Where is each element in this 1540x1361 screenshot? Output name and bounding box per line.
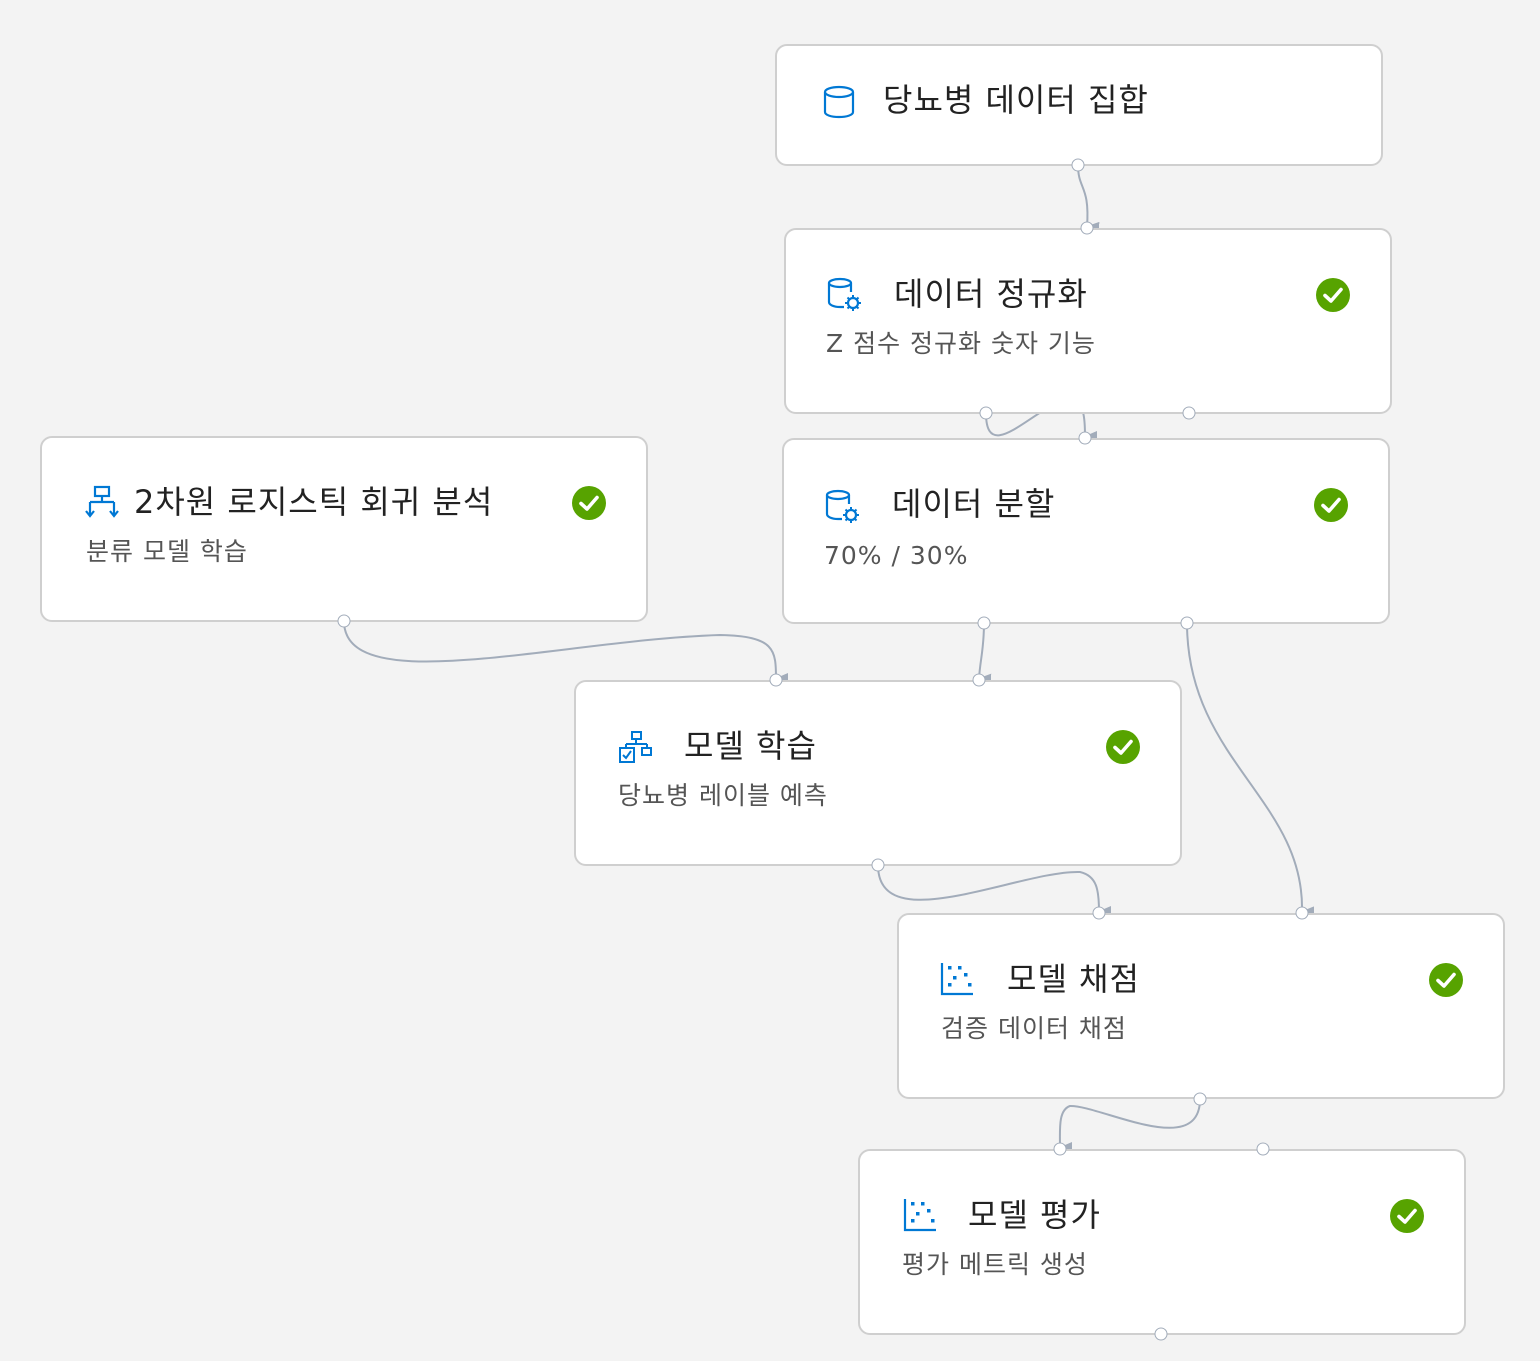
output-port[interactable] [871,858,885,872]
data-transform-icon [827,277,861,311]
node-evaluate-model[interactable]: 모델 평가 평가 메트릭 생성 [858,1149,1466,1335]
node-title: 당뇨병 데이터 집합 [883,81,1149,119]
train-model-icon [619,731,652,763]
connection-split-score [1186,622,1315,919]
output-port[interactable] [977,616,991,630]
node-title: 모델 채점 [1007,960,1140,998]
node-title: 데이터 정규화 [894,275,1088,313]
node-subtitle: 검증 데이터 채점 [941,1014,1127,1043]
node-subtitle: 분류 모델 학습 [86,537,248,566]
node-subtitle: 70% / 30% [824,541,969,570]
connection-train-score [877,864,1112,918]
node-dataset[interactable]: 당뇨병 데이터 집합 [775,44,1383,166]
pipeline-canvas[interactable]: 당뇨병 데이터 집합 데이터 정규화 Z 점수 정규화 숫자 기능 2차원 로지… [0,0,1540,1361]
input-port[interactable] [1080,221,1094,235]
node-subtitle: 평가 메트릭 생성 [902,1250,1088,1279]
connection-dataset-normalize [1077,164,1100,234]
output-port[interactable] [1182,406,1196,420]
output-port[interactable] [1154,1327,1168,1341]
input-port[interactable] [1078,431,1092,445]
scatter-chart-icon [903,1199,936,1232]
output-port[interactable] [1193,1092,1207,1106]
node-train-model[interactable]: 모델 학습 당뇨병 레이블 예측 [574,680,1182,866]
status-completed-icon [1316,278,1350,312]
output-port[interactable] [1071,158,1085,172]
database-icon [823,85,855,119]
status-completed-icon [1390,1199,1424,1233]
connection-score-evaluate [1058,1098,1201,1154]
node-normalize-data[interactable]: 데이터 정규화 Z 점수 정규화 숫자 기능 [784,228,1392,414]
connection-logistic-train [343,620,789,685]
connection-split-train [977,622,992,686]
status-completed-icon [572,486,606,520]
status-completed-icon [1106,730,1140,764]
scatter-chart-icon [940,963,973,996]
node-title: 데이터 분할 [892,485,1056,523]
node-score-model[interactable]: 모델 채점 검증 데이터 채점 [897,913,1505,1099]
node-logistic-regression[interactable]: 2차원 로지스틱 회귀 분석 분류 모델 학습 [40,436,648,622]
node-split-data[interactable]: 데이터 분할 70% / 30% [782,438,1390,624]
node-title: 모델 학습 [684,727,817,765]
data-transform-icon [825,489,859,523]
node-title: 2차원 로지스틱 회귀 분석 [134,483,494,521]
output-port[interactable] [337,614,351,628]
status-completed-icon [1429,963,1463,997]
status-completed-icon [1314,488,1348,522]
node-title: 모델 평가 [968,1196,1101,1234]
input-port[interactable] [1256,1142,1270,1156]
input-port[interactable] [972,673,986,687]
output-port[interactable] [1180,616,1194,630]
input-port[interactable] [769,673,783,687]
output-port[interactable] [979,406,993,420]
input-port[interactable] [1295,906,1309,920]
node-subtitle: 당뇨병 레이블 예측 [618,781,828,810]
input-port[interactable] [1092,906,1106,920]
input-port[interactable] [1053,1142,1067,1156]
algorithm-tree-icon [85,485,119,518]
node-subtitle: Z 점수 정규화 숫자 기능 [826,329,1096,358]
